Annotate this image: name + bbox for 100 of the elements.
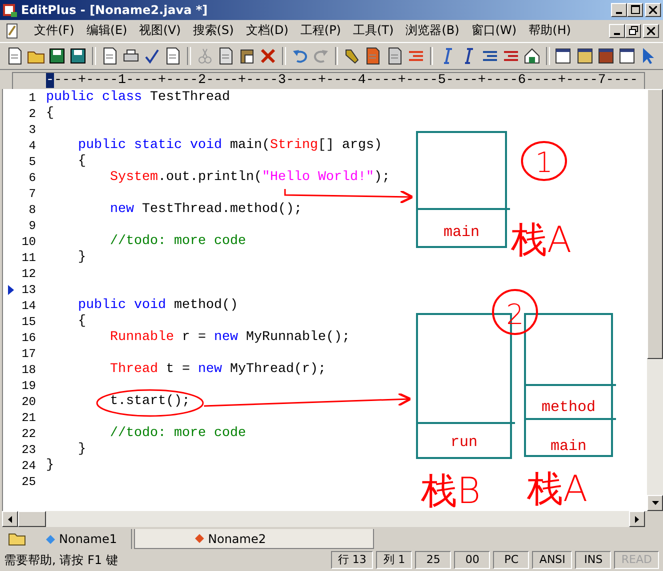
close-icon — [647, 26, 655, 35]
minimize-icon — [614, 32, 620, 35]
line-number: 13 — [22, 282, 36, 298]
pages-icon — [386, 46, 404, 65]
maximize-button[interactable] — [627, 2, 643, 17]
paste-icon — [238, 46, 256, 65]
line-number: 15 — [22, 314, 36, 330]
line-number: 22 — [22, 426, 36, 442]
maximize-icon — [630, 5, 640, 14]
print-preview-icon — [100, 46, 119, 65]
line-number: 5 — [28, 154, 36, 170]
code-line: { — [46, 106, 54, 122]
ruler-cursor: - — [46, 72, 54, 88]
code-line: } — [46, 458, 54, 474]
line-number: 9 — [28, 218, 36, 234]
line-number: 16 — [22, 330, 36, 346]
scissors-icon — [196, 46, 214, 65]
status-pane: 00 — [454, 551, 490, 570]
panel-icon — [576, 46, 594, 65]
document-icon — [164, 46, 182, 65]
scroll-left-button[interactable] — [2, 511, 18, 528]
copy-icon — [216, 46, 235, 65]
line-number: 10 — [22, 234, 36, 250]
line-number: 24 — [22, 458, 36, 474]
code-line: } — [78, 250, 86, 266]
status-pane: INS — [575, 551, 612, 570]
restore-icon — [628, 26, 638, 36]
code-line: } — [78, 442, 86, 458]
code-line: public static void main(String[] args) — [78, 138, 382, 154]
close-button[interactable] — [643, 24, 659, 38]
vertical-scrollbar[interactable] — [647, 88, 663, 512]
status-message: 需要帮助, 请按 F1 键 — [4, 552, 119, 569]
frame-icon — [618, 46, 636, 65]
line-number: 2 — [28, 106, 36, 122]
stack-frame-label: main — [550, 438, 586, 455]
menu-item[interactable]: 视图(V) — [133, 22, 187, 40]
menu-item[interactable]: 浏览器(B) — [400, 22, 466, 40]
close-icon — [649, 6, 657, 14]
document-tab[interactable]: Noname2 — [134, 529, 374, 550]
stack-frame-label: method — [542, 398, 596, 416]
status-pane: 行 13 — [330, 551, 374, 570]
code-line: t.start(); — [110, 394, 190, 410]
window-title: EditPlus - [Noname2.java *] — [21, 2, 209, 17]
line-number: 3 — [28, 122, 36, 138]
code-line: //todo: more code — [110, 234, 246, 250]
scroll-right-button[interactable] — [629, 511, 645, 528]
line-number: 8 — [28, 202, 36, 218]
down-arrow-icon — [652, 501, 658, 506]
scroll-thumb[interactable] — [18, 511, 46, 528]
code-line: Thread t = new MyThread(r); — [110, 362, 326, 378]
line-number: 14 — [22, 298, 36, 314]
menu-item[interactable]: 搜索(S) — [186, 22, 240, 40]
minimize-button[interactable] — [609, 24, 625, 38]
menu-item[interactable]: 文档(D) — [240, 22, 294, 40]
line-number: 11 — [22, 250, 36, 266]
minimize-icon — [616, 12, 622, 14]
code-line: public void method() — [78, 298, 238, 314]
spell-check-icon — [143, 46, 162, 65]
line-number: 21 — [22, 410, 36, 426]
stack-frame-label: run — [450, 434, 478, 451]
code-line: { — [78, 314, 86, 330]
code-editor[interactable] — [2, 88, 647, 512]
status-pane: ANSI — [532, 551, 572, 570]
left-arrow-icon — [8, 516, 12, 523]
code-line: Runnable r = new MyRunnable(); — [110, 330, 350, 346]
code-line: { — [78, 154, 86, 170]
code-line: new TestThread.method(); — [110, 202, 302, 218]
scroll-down-button[interactable] — [647, 495, 663, 512]
line-number: 6 — [28, 170, 36, 186]
horizontal-scrollbar[interactable] — [2, 511, 645, 528]
line-number: 1 — [28, 90, 36, 106]
stack-frame-label: main — [444, 224, 480, 241]
line-number: 23 — [22, 442, 36, 458]
code-line: public class TestThread — [46, 90, 230, 106]
handwritten-label: 栈B — [421, 470, 481, 512]
minimize-button[interactable] — [611, 2, 627, 17]
document-icon — [4, 22, 20, 39]
menu-item[interactable]: 编辑(E) — [80, 22, 134, 40]
ruler-scale: ---+----1----+----2----+----3----+----4----+----5----+----6----+----7---- — [54, 72, 638, 88]
code-line: System.out.println("Hello World!"); — [110, 170, 390, 186]
menu-item[interactable]: 工程(P) — [294, 22, 347, 40]
scroll-thumb[interactable] — [647, 88, 663, 359]
right-arrow-icon — [635, 516, 639, 523]
restore-button[interactable] — [625, 24, 641, 38]
menu-item[interactable]: 窗口(W) — [465, 22, 523, 40]
status-pane: 25 — [415, 551, 452, 570]
menu-item[interactable]: 工具(T) — [347, 22, 400, 40]
line-number: 18 — [22, 362, 36, 378]
line-number: 7 — [28, 186, 36, 202]
menu-item[interactable]: 帮助(H) — [522, 22, 577, 40]
circled-number: 1 — [521, 140, 567, 181]
status-pane: PC — [493, 551, 530, 570]
close-button[interactable] — [645, 2, 661, 17]
menu-item[interactable]: 文件(F) — [28, 22, 80, 40]
line-number: 4 — [28, 138, 36, 154]
house-icon — [523, 46, 542, 65]
circled-number: 2 — [492, 288, 538, 335]
line-number: 17 — [22, 346, 36, 362]
status-pane: 列 1 — [376, 551, 412, 570]
window-icon — [554, 46, 572, 65]
